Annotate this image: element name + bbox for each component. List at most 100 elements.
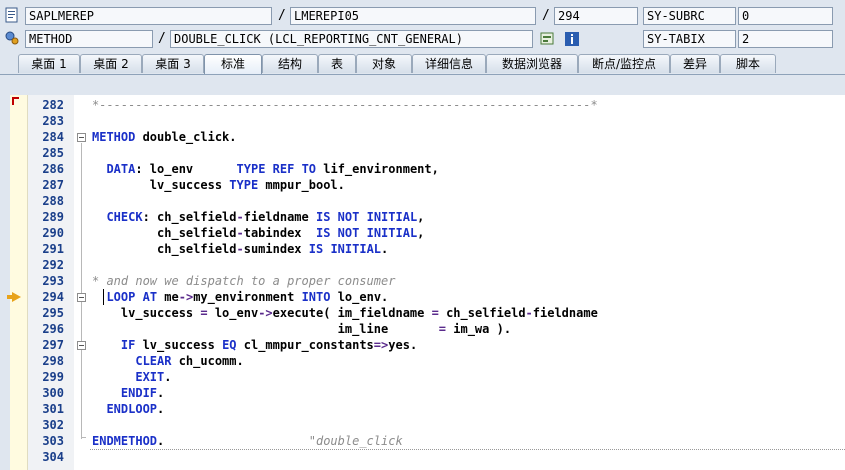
tab-structures[interactable]: 结构 — [262, 54, 318, 73]
line-number: 289 — [42, 210, 64, 224]
include-field[interactable]: LMEREPI05 — [290, 7, 536, 25]
fold-toggle-icon[interactable] — [77, 341, 86, 350]
display-object-icon[interactable] — [539, 30, 557, 48]
header-row-program: SAPLMEREP / LMEREPI05 / 294 SY-SUBRC 0 — [0, 5, 845, 29]
tab-desktop-3[interactable]: 桌面 3 — [142, 54, 204, 73]
separator: / — [278, 8, 286, 23]
code-line-292[interactable]: 292 — [10, 257, 845, 273]
tab-objects[interactable]: 对象 — [356, 54, 412, 73]
code-line-285[interactable]: 285 — [10, 145, 845, 161]
system-variable-value-field[interactable]: 0 — [738, 7, 833, 25]
code-line-295[interactable]: 295 lv_success = lo_env->execute( im_fie… — [10, 305, 845, 321]
code-text: * and now we dispatch to a proper consum… — [92, 274, 396, 288]
tab-breakpoints-watchpoints[interactable]: 断点/监控点 — [578, 54, 670, 73]
separator: / — [158, 31, 166, 46]
line-number: 300 — [42, 386, 64, 400]
line-number: 302 — [42, 418, 64, 432]
line-number: 285 — [42, 146, 64, 160]
line-number: 288 — [42, 194, 64, 208]
current-statement-arrow-icon — [7, 292, 21, 302]
code-line-294[interactable]: 294 LOOP AT me->my_environment INTO lo_e… — [7, 289, 845, 305]
line-number: 295 — [42, 306, 64, 320]
code-line-303[interactable]: 303 ENDMETHOD. "double_click — [10, 433, 845, 449]
line-number: 299 — [42, 370, 64, 384]
tab-diff[interactable]: 差异 — [670, 54, 720, 73]
code-line-298[interactable]: 298 CLEAR ch_ucomm. — [10, 353, 845, 369]
line-number: 292 — [42, 258, 64, 272]
code-text: ENDIF. — [120, 386, 165, 400]
code-text: IF lv_success EQ cl_mmpur_constants=>yes… — [120, 338, 418, 352]
code-line-299[interactable]: 299 EXIT. — [10, 369, 845, 385]
code-text: lv_success TYPE mmpur_bool. — [92, 178, 345, 192]
line-number: 291 — [42, 242, 64, 256]
method-icon — [4, 30, 20, 46]
code-line-293[interactable]: 293 * and now we dispatch to a proper con… — [10, 273, 845, 289]
system-variable-name-field[interactable]: SY-SUBRC — [643, 7, 736, 25]
separator: / — [542, 8, 550, 23]
code-line-290[interactable]: 290 ch_selfield-tabindex IS NOT INITIAL, — [10, 225, 845, 241]
code-line-291[interactable]: 291 ch_selfield-sumindex IS INITIAL. — [10, 241, 845, 257]
tab-strip: 桌面 1 桌面 2 桌面 3 标准 结构 表 对象 详细信息 数据浏览器 断点/… — [0, 54, 845, 75]
code-text: LOOP AT me->my_environment INTO lo_env. — [106, 290, 389, 304]
line-number: 284 — [42, 130, 64, 144]
code-text: CLEAR ch_ucomm. — [135, 354, 244, 368]
event-name-field[interactable]: DOUBLE_CLICK (LCL_REPORTING_CNT_GENERAL) — [170, 30, 533, 48]
tab-tables[interactable]: 表 — [318, 54, 356, 73]
tab-desktop-2[interactable]: 桌面 2 — [80, 54, 142, 73]
code-text: EXIT. — [135, 370, 172, 384]
tab-desktop-1[interactable]: 桌面 1 — [18, 54, 80, 73]
code-text: ch_selfield-sumindex IS INITIAL. — [92, 242, 389, 256]
line-number: 304 — [42, 450, 64, 464]
tab-script[interactable]: 脚本 — [720, 54, 776, 73]
code-line-287[interactable]: 287 lv_success TYPE mmpur_bool. — [10, 177, 845, 193]
source-code-editor[interactable]: 282 *------------------------------------… — [7, 95, 845, 470]
code-text: im_line = im_wa ). — [92, 322, 512, 336]
code-line-282[interactable]: 282 *------------------------------------… — [10, 97, 845, 113]
line-number-field[interactable]: 294 — [554, 7, 638, 25]
line-number: 290 — [42, 226, 64, 240]
header-row-event: METHOD / DOUBLE_CLICK (LCL_REPORTING_CNT… — [0, 28, 845, 52]
program-field[interactable]: SAPLMEREP — [25, 7, 272, 25]
line-number: 296 — [42, 322, 64, 336]
code-text: METHOD double_click. — [92, 130, 237, 144]
line-number: 298 — [42, 354, 64, 368]
line-number: 301 — [42, 402, 64, 416]
code-line-296[interactable]: 296 im_line = im_wa ). — [10, 321, 845, 337]
code-text: CHECK: ch_selfield-fieldname IS NOT INIT… — [106, 210, 425, 224]
code-line-286[interactable]: 286 DATA: lo_env TYPE REF TO lif_environ… — [10, 161, 845, 177]
code-line-289[interactable]: 289 CHECK: ch_selfield-fieldname IS NOT … — [10, 209, 845, 225]
system-variable-value-field[interactable]: 2 — [738, 30, 833, 48]
code-text: lv_success = lo_env->execute( im_fieldna… — [92, 306, 598, 320]
code-text: DATA: lo_env TYPE REF TO lif_environment… — [106, 162, 439, 176]
program-icon — [4, 7, 20, 23]
fold-toggle-icon[interactable] — [77, 293, 86, 302]
code-line-302[interactable]: 302 — [10, 417, 845, 433]
code-line-304[interactable]: 304 — [10, 449, 845, 465]
info-icon[interactable] — [563, 30, 581, 48]
tab-data-explorer[interactable]: 数据浏览器 — [486, 54, 578, 73]
dotted-separator — [90, 449, 845, 450]
code-line-283[interactable]: 283 — [10, 113, 845, 129]
tab-details[interactable]: 详细信息 — [412, 54, 486, 73]
line-number: 286 — [42, 162, 64, 176]
line-number: 287 — [42, 178, 64, 192]
code-text: ch_selfield-tabindex IS NOT INITIAL, — [92, 226, 425, 240]
tab-standard[interactable]: 标准 — [204, 54, 262, 74]
system-variable-name-field[interactable]: SY-TABIX — [643, 30, 736, 48]
line-number: 282 — [42, 98, 64, 112]
code-text: ENDLOOP. — [106, 402, 165, 416]
line-number: 297 — [42, 338, 64, 352]
code-line-300[interactable]: 300 ENDIF. — [10, 385, 845, 401]
code-line-288[interactable]: 288 — [10, 193, 845, 209]
line-number: 283 — [42, 114, 64, 128]
code-line-284[interactable]: 284 METHOD double_click. — [10, 129, 845, 145]
event-type-field[interactable]: METHOD — [25, 30, 153, 48]
code-line-301[interactable]: 301 ENDLOOP. — [10, 401, 845, 417]
code-text: *---------------------------------------… — [92, 98, 598, 112]
code-text: ENDMETHOD. "double_click — [92, 434, 403, 448]
line-number: 303 — [42, 434, 64, 448]
line-number: 294 — [42, 290, 64, 304]
code-line-297[interactable]: 297 IF lv_success EQ cl_mmpur_constants=… — [10, 337, 845, 353]
line-number: 293 — [42, 274, 64, 288]
fold-toggle-icon[interactable] — [77, 133, 86, 142]
